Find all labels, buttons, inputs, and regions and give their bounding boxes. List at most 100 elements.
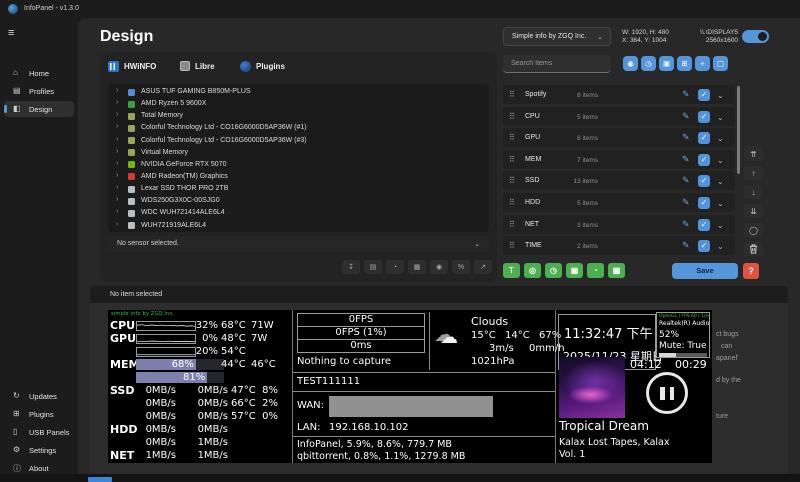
add-text-button[interactable]: T (503, 263, 520, 278)
panel-preview-canvas[interactable]: simple info by ZGQ Inc. CPU 32% 68°C 71W… (108, 310, 712, 463)
wifi-ssid[interactable]: TEST111111 (297, 376, 360, 387)
chevron-down-icon[interactable]: ⌄ (717, 113, 724, 122)
tree-item-disk[interactable]: › WDS250G3X0C-00SJG0 (114, 195, 483, 207)
tree-item-cpu[interactable]: › AMD Ryzen 5 9600X (114, 98, 483, 110)
sidebar-item-settings[interactable]: ⚙ Settings (4, 442, 74, 458)
sensor-export-button[interactable]: ↗ (474, 260, 492, 274)
add-image-button[interactable]: ▣ (566, 263, 583, 278)
track-title[interactable]: Tropical Dream (559, 419, 649, 433)
wan-label[interactable]: WAN: (297, 400, 324, 411)
tree-item-memory[interactable]: › Colorful Technology Ltd - CO16G6000D5A… (114, 122, 483, 134)
snapshot-tool-button[interactable]: ▢ (713, 56, 728, 71)
group-checkbox[interactable]: ✓ (698, 197, 710, 209)
stat-row-mem2[interactable]: 81% (108, 371, 292, 384)
process-stat-2[interactable]: qbittorrent, 0.8%, 1.1%, 1279.8 MB (297, 451, 465, 462)
sensor-table-button[interactable]: ▦ (408, 260, 426, 274)
drag-handle-icon[interactable]: ⠿ (509, 176, 515, 185)
tree-item-memory[interactable]: › Virtual Memory (114, 147, 483, 159)
add-panel-button[interactable]: ⊞ (677, 56, 692, 71)
tree-item-memory[interactable]: › Colorful Technology Ltd - CO16G6000D5A… (114, 135, 483, 147)
drag-handle-icon[interactable]: ⠿ (509, 133, 515, 142)
move-down-button[interactable]: ↓ (744, 185, 763, 199)
display-toggle[interactable] (742, 30, 769, 43)
add-table-button[interactable]: ▦ (608, 263, 625, 278)
item-group-spotify[interactable]: ⠿ Spotify 8 items ✎ ✓ ⌄ (503, 85, 735, 104)
add-sensor-button[interactable]: ◎ (524, 263, 541, 278)
album-art[interactable] (559, 357, 625, 418)
drag-handle-icon[interactable]: ⠿ (509, 198, 515, 207)
sensor-list-button[interactable]: ▤ (364, 260, 382, 274)
tree-item-motherboard[interactable]: › ASUS TUF GAMING B850M-PLUS (114, 86, 483, 98)
delete-button[interactable] (744, 242, 763, 256)
pause-button[interactable] (646, 372, 688, 414)
sidebar-item-usb-panels[interactable]: ▯ USB Panels (4, 424, 74, 440)
item-group-net[interactable]: ⠿ NET 3 items ✎ ✓ ⌄ (503, 215, 735, 234)
sensor-pin-button[interactable]: ↧ (342, 260, 360, 274)
stat-row-hdd2[interactable]: 0MB/s 1MB/s (108, 436, 292, 449)
tree-item-disk[interactable]: › WUH721919ALE6L4 (114, 220, 483, 232)
sidebar-item-design[interactable]: ◧ Design (4, 101, 74, 117)
sidebar-item-home[interactable]: ⌂ Home (4, 65, 74, 81)
stat-row-net[interactable]: NET 1MB/s 1MB/s (108, 449, 292, 462)
group-checkbox[interactable]: ✓ (698, 111, 710, 123)
clock-tool-button[interactable]: ◷ (641, 56, 656, 71)
move-up-button[interactable]: ↑ (744, 166, 763, 180)
tab-libre[interactable]: Libre (180, 58, 215, 74)
process-stat-1[interactable]: InfoPanel, 5.9%, 8.6%, 779.7 MB (297, 439, 452, 450)
stat-row-gpu[interactable]: GPU 0% 48°C 7W (108, 332, 292, 345)
chevron-down-icon[interactable]: ⌄ (717, 221, 724, 230)
stat-row-mem[interactable]: MEM 68% 44°C 46°C (108, 358, 292, 371)
edit-icon[interactable]: ✎ (682, 154, 690, 165)
group-checkbox[interactable]: ✓ (698, 219, 710, 231)
chevron-down-icon[interactable]: ⌄ (717, 134, 724, 143)
chevron-down-icon[interactable]: ⌄ (717, 156, 724, 165)
edit-icon[interactable]: ✎ (682, 240, 690, 251)
group-checkbox[interactable]: ✓ (698, 132, 710, 144)
edit-icon[interactable]: ✎ (682, 175, 690, 186)
edit-icon[interactable]: ✎ (682, 111, 690, 122)
move-bottom-button[interactable]: ⇊ (744, 204, 763, 218)
group-checkbox[interactable]: ✓ (698, 175, 710, 187)
sidebar-item-updates[interactable]: ↻ Updates (4, 388, 74, 404)
item-group-ssd[interactable]: ⠿ SSD 13 items ✎ ✓ ⌄ (503, 171, 735, 190)
drag-handle-icon[interactable]: ⠿ (509, 220, 515, 229)
item-group-cpu[interactable]: ⠿ CPU 5 items ✎ ✓ ⌄ (503, 107, 735, 126)
tab-hwinfo[interactable]: HWiNFO (108, 58, 156, 74)
search-input[interactable] (503, 55, 611, 73)
add-clock-button[interactable]: ◷ (545, 263, 562, 278)
move-tool-button[interactable]: + (695, 56, 710, 71)
tree-item-gpu[interactable]: › NVIDIA GeForce RTX 5070 (114, 159, 483, 171)
edit-icon[interactable]: ✎ (682, 132, 690, 143)
stat-row-hdd[interactable]: HDD 0MB/s 0MB/s (108, 423, 292, 436)
sensor-percent-button[interactable]: % (452, 260, 470, 274)
tree-item-disk[interactable]: › Lexar SSD THOR PRO 2TB (114, 183, 483, 195)
group-checkbox[interactable]: ✓ (698, 89, 710, 101)
group-checkbox[interactable]: ✓ (698, 240, 710, 252)
tree-item-disk[interactable]: › WDC WUH721414ALE6L4 (114, 207, 483, 219)
taskbar-item[interactable] (88, 477, 112, 482)
edit-icon[interactable]: ✎ (682, 89, 690, 100)
chevron-down-icon[interactable]: ⌄ (717, 91, 724, 100)
preview-toggle-button[interactable]: ◉ (623, 56, 638, 71)
item-group-time[interactable]: ⠿ TIME 2 items ✎ ✓ ⌄ (503, 236, 735, 255)
profile-select-dropdown[interactable]: Simple info by ZGQ Inc. ⌄ (503, 27, 611, 46)
group-checkbox[interactable]: ✓ (698, 154, 710, 166)
stat-row-ssd2[interactable]: 0MB/s 0MB/s 66°C 2% (108, 397, 292, 410)
drag-handle-icon[interactable]: ⠿ (509, 241, 515, 250)
groups-scrollbar[interactable] (737, 86, 740, 174)
chevron-down-icon[interactable]: ⌄ (717, 242, 724, 251)
capture-box[interactable]: 0FPS 0FPS (1%) 0ms (297, 313, 425, 353)
sidebar-item-profiles[interactable]: ▤ Profiles (4, 83, 74, 99)
audio-block[interactable]: OpenGL | FPS 60 | 1ms Realtek(R) Audio 5… (656, 312, 710, 358)
sensor-history-button[interactable]: ◔ (386, 260, 404, 274)
chevron-down-icon[interactable]: ⌄ (717, 199, 724, 208)
add-gauge-button[interactable]: ◔ (587, 263, 604, 278)
tab-plugins[interactable]: Plugins (240, 58, 285, 74)
item-group-gpu[interactable]: ⠿ GPU 8 items ✎ ✓ ⌄ (503, 128, 735, 147)
edit-icon[interactable]: ✎ (682, 197, 690, 208)
drag-handle-icon[interactable]: ⠿ (509, 155, 515, 164)
image-tool-button[interactable]: ▣ (659, 56, 674, 71)
item-group-hdd[interactable]: ⠿ HDD 5 items ✎ ✓ ⌄ (503, 193, 735, 212)
sensor-select-dropdown[interactable]: No sensor selected. ⌄ (108, 236, 489, 252)
duplicate-button[interactable]: ◯ (744, 223, 763, 237)
